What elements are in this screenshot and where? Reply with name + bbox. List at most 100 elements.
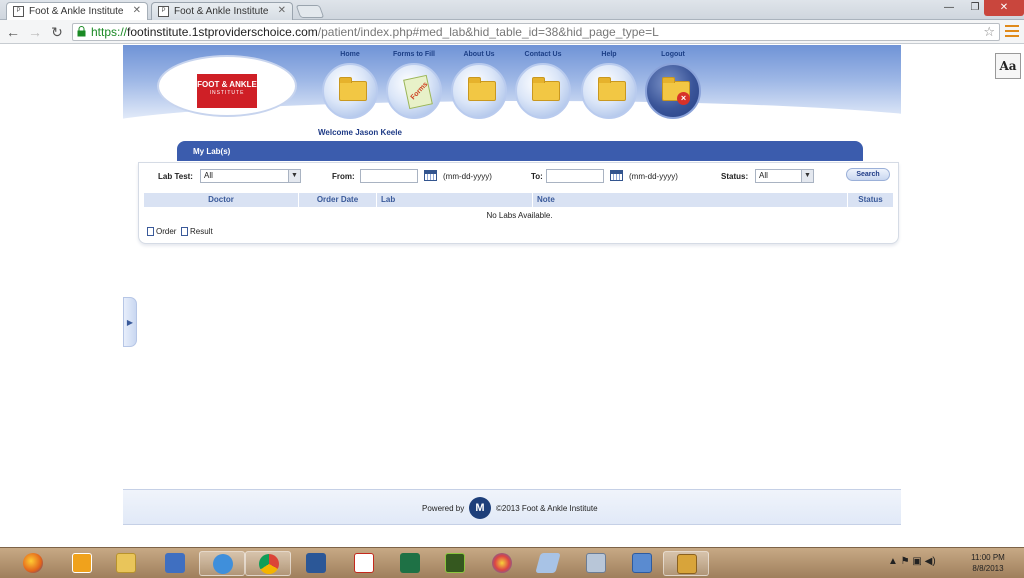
site-logo[interactable]: FOOT & ANKLE INSTITUTE <box>197 74 257 108</box>
nav-contact-us[interactable]: Contact Us <box>511 51 575 119</box>
column-header-status[interactable]: Status <box>848 193 893 207</box>
order-document-icon <box>147 227 154 237</box>
forms-icon: Forms <box>386 63 442 119</box>
labs-panel: Lab Test: All ▼ From: (mm-dd-yyyy) To: (… <box>138 162 899 244</box>
forms-icon-text: Forms <box>409 80 430 102</box>
url-scheme: https:// <box>91 25 128 39</box>
search-button[interactable]: Search <box>846 168 890 181</box>
excel-icon <box>400 553 420 573</box>
calculator-icon <box>586 553 606 573</box>
notepad-icon <box>535 553 561 573</box>
nav-forms-to-fill[interactable]: Forms to Fill Forms <box>382 51 446 119</box>
logout-folder-icon: × <box>645 63 701 119</box>
address-bar[interactable]: https://footinstitute.1stproviderschoice… <box>72 23 1000 41</box>
from-date-input[interactable] <box>360 169 418 183</box>
new-tab-button[interactable] <box>295 5 325 18</box>
about-folder-icon <box>451 63 507 119</box>
paint-icon <box>492 553 512 573</box>
legend-order: Order <box>147 227 177 237</box>
firefox-icon <box>23 553 43 573</box>
chrome-icon <box>259 554 279 574</box>
legend-result-label: Result <box>190 227 213 236</box>
calendar-icon[interactable] <box>424 170 437 181</box>
lock-icon <box>77 26 86 37</box>
nav-logout[interactable]: Logout × <box>641 51 705 119</box>
taskbar-internet-explorer[interactable] <box>199 551 245 576</box>
provider-logo[interactable]: M <box>469 497 491 519</box>
font-size-button[interactable]: Aa <box>995 53 1021 79</box>
legend-result: Result <box>181 227 213 237</box>
chevron-down-icon: ▼ <box>288 170 300 182</box>
tab-title: Foot & Ankle Institute <box>29 6 124 17</box>
home-folder-icon <box>322 63 378 119</box>
column-header-order-date[interactable]: Order Date <box>299 193 377 207</box>
date-format-hint: (mm-dd-yyyy) <box>443 172 492 181</box>
section-title: My Lab(s) <box>177 141 863 161</box>
taskbar-archive[interactable] <box>663 551 709 576</box>
tab-title: Foot & Ankle Institute <box>174 6 269 17</box>
clock-date: 8/8/2013 <box>972 564 1004 573</box>
window-close-icon[interactable]: ✕ <box>984 0 1024 16</box>
taskbar-dreamweaver[interactable] <box>432 551 478 576</box>
menu-icon[interactable] <box>1005 25 1019 39</box>
network-icon <box>165 553 185 573</box>
to-label: To: <box>531 172 543 181</box>
back-icon[interactable]: ← <box>4 23 22 41</box>
copyright-text: ©2013 Foot & Ankle Institute <box>496 504 598 513</box>
taskbar-chrome[interactable] <box>245 551 291 576</box>
nav-label: Contact Us <box>524 51 562 58</box>
help-folder-icon <box>581 63 637 119</box>
status-select[interactable]: All ▼ <box>755 169 814 183</box>
bookmark-star-icon[interactable]: ☆ <box>983 24 995 40</box>
side-panel-toggle[interactable]: ▶ <box>123 297 137 347</box>
browser-toolbar: ← → ↻ https://footinstitute.1stproviders… <box>0 20 1024 44</box>
taskbar-remote-desktop[interactable] <box>619 551 665 576</box>
clock[interactable]: 11:00 PM 8/8/2013 <box>960 552 1016 574</box>
nav-label: About Us <box>463 51 495 58</box>
lab-test-select[interactable]: All ▼ <box>200 169 301 183</box>
column-header-lab[interactable]: Lab <box>377 193 533 207</box>
taskbar-outlook[interactable] <box>59 551 105 576</box>
nav-label: Home <box>340 51 360 58</box>
minimize-icon[interactable]: — <box>936 0 962 16</box>
taskbar-acrobat[interactable] <box>341 551 387 576</box>
browser-tab[interactable]: P Foot & Ankle Institute ✕ <box>151 2 293 20</box>
empty-table-message: No Labs Available. <box>486 211 553 220</box>
taskbar-network[interactable] <box>152 551 198 576</box>
archive-icon <box>677 554 697 574</box>
nav-label: Logout <box>661 51 685 58</box>
calendar-icon[interactable] <box>610 170 623 181</box>
taskbar-notepad[interactable] <box>525 551 571 576</box>
url-host: footinstitute.1stproviderschoice.com <box>127 25 318 39</box>
taskbar-calculator[interactable] <box>573 551 619 576</box>
nav-about-us[interactable]: About Us <box>447 51 511 119</box>
lab-test-value: All <box>204 171 213 180</box>
legend-order-label: Order <box>156 227 177 236</box>
column-header-note[interactable]: Note <box>533 193 848 207</box>
taskbar-excel[interactable] <box>387 551 433 576</box>
reload-icon[interactable]: ↻ <box>48 23 66 41</box>
forward-icon[interactable]: → <box>26 23 44 41</box>
welcome-message: Welcome Jason Keele <box>318 128 402 137</box>
lab-test-label: Lab Test: <box>158 172 193 181</box>
browser-tab-active[interactable]: P Foot & Ankle Institute ✕ <box>6 2 148 20</box>
nav-help[interactable]: Help <box>577 51 641 119</box>
tab-close-icon[interactable]: ✕ <box>133 5 141 16</box>
chevron-down-icon: ▼ <box>801 170 813 182</box>
powered-by-text: Powered by <box>422 504 465 513</box>
tab-close-icon[interactable]: ✕ <box>278 5 286 16</box>
column-header-doctor[interactable]: Doctor <box>144 193 299 207</box>
taskbar-firefox[interactable] <box>10 551 56 576</box>
taskbar-paint[interactable] <box>479 551 525 576</box>
taskbar-explorer[interactable] <box>103 551 149 576</box>
nav-home[interactable]: Home <box>318 51 382 119</box>
result-document-icon <box>181 227 188 237</box>
to-date-input[interactable] <box>546 169 604 183</box>
status-value: All <box>759 171 768 180</box>
system-tray[interactable]: ▲ ⚑ ▣ ◀) <box>888 556 936 567</box>
url-path: /patient/index.php#med_lab&hid_table_id=… <box>317 25 659 39</box>
clock-time: 11:00 PM <box>971 553 1005 562</box>
taskbar-word[interactable] <box>293 551 339 576</box>
tab-strip: P Foot & Ankle Institute ✕ P Foot & Ankl… <box>0 0 1024 20</box>
dreamweaver-icon <box>445 553 465 573</box>
